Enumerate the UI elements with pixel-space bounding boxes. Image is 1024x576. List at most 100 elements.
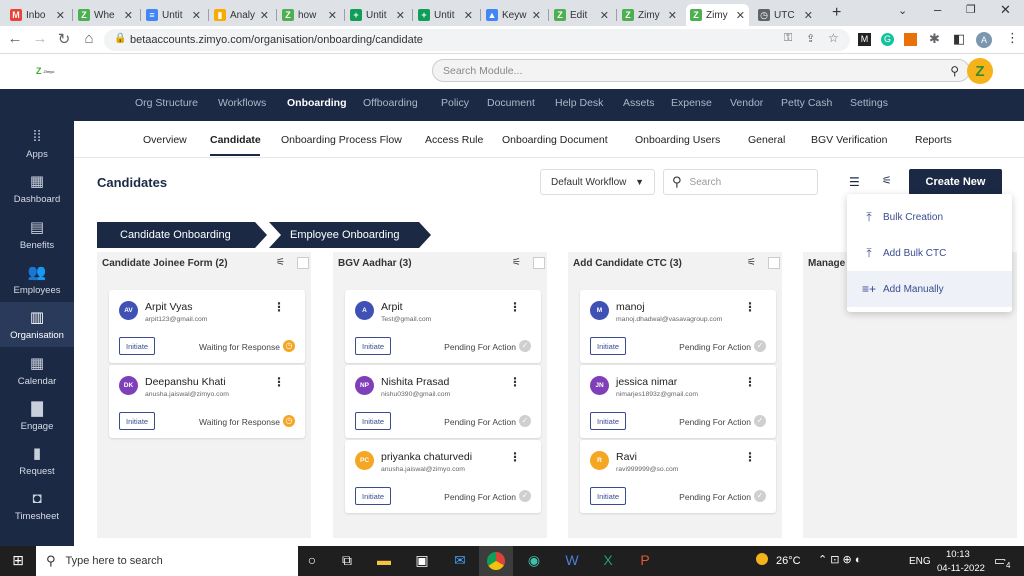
reload-icon[interactable]: ↻ <box>54 30 74 48</box>
window-restore-button[interactable]: ❐ <box>966 3 976 16</box>
more-options-icon[interactable]: ⋮ <box>273 375 285 389</box>
user-avatar[interactable]: Z <box>967 58 993 84</box>
browser-tab[interactable]: Z Whe ✕ <box>74 4 137 26</box>
language-indicator[interactable]: ENG <box>909 556 931 567</box>
subnav-item[interactable]: Onboarding Document <box>502 134 608 146</box>
store-icon[interactable]: ▣ <box>410 552 434 569</box>
windows-start-icon[interactable]: ⊞ <box>6 552 30 569</box>
url-text[interactable]: betaaccounts.zimyo.com/organisation/onbo… <box>130 34 423 46</box>
excel-icon[interactable]: X <box>596 552 620 568</box>
browser-tab[interactable]: ▲ Keyw ✕ <box>482 4 545 26</box>
more-options-icon[interactable]: ⋮ <box>744 300 756 314</box>
browser-tab[interactable]: ▮ Analy ✕ <box>210 4 273 26</box>
browser-tab[interactable]: Z Edit ✕ <box>550 4 613 26</box>
home-icon[interactable]: ⌂ <box>79 30 99 47</box>
file-explorer-icon[interactable]: ▬ <box>372 552 396 568</box>
new-tab-button[interactable]: + <box>832 4 841 22</box>
stage-tab-candidate-label[interactable]: Candidate Onboarding <box>120 229 231 241</box>
key-icon[interactable]: ⚿ <box>784 32 792 45</box>
close-tab-icon[interactable]: ✕ <box>260 9 269 22</box>
sidebar-item[interactable]: ▇ Engage <box>0 393 74 438</box>
candidate-card[interactable]: Mmanoj manoj.dhadwal@vasavagroup.com ⋮ Init… <box>580 290 776 363</box>
extension-m-icon[interactable]: M <box>858 33 871 46</box>
initiate-button[interactable]: Initiate <box>355 412 392 430</box>
chrome-taskbar-icon[interactable] <box>479 546 513 576</box>
main-nav-item[interactable]: Petty Cash <box>781 97 832 109</box>
browser-tab[interactable]: Zhow ✕ <box>278 4 341 26</box>
create-new-button[interactable]: Create New <box>909 169 1002 195</box>
close-tab-icon[interactable]: ✕ <box>736 9 745 22</box>
column-filter-icon[interactable]: ⚟ <box>276 257 285 268</box>
main-nav-item[interactable]: Document <box>487 97 535 109</box>
filter-icon[interactable]: ⚟ <box>882 174 892 187</box>
more-options-icon[interactable]: ⋮ <box>744 375 756 389</box>
clock-time[interactable]: 10:13 <box>946 549 970 560</box>
sidebar-item[interactable]: ▥ Organisation <box>0 302 74 348</box>
close-tab-icon[interactable]: ✕ <box>192 9 201 22</box>
sidebar-item[interactable]: ▮ Request <box>0 438 74 483</box>
share-icon[interactable]: ⇪ <box>806 32 815 45</box>
close-tab-icon[interactable]: ✕ <box>804 9 813 22</box>
more-options-icon[interactable]: ⋮ <box>509 300 521 314</box>
extensions-puzzle-icon[interactable]: ✱ <box>929 31 940 47</box>
column-filter-icon[interactable]: ⚟ <box>512 257 521 268</box>
module-search-input[interactable]: Search Module... ⚲ <box>432 59 970 82</box>
candidate-card[interactable]: A Arpit Test@gmail.com ⋮ Initiate Pending For… <box>345 290 541 363</box>
zimyo-logo[interactable]: Z Zimyo <box>36 66 54 76</box>
initiate-button[interactable]: Initiate <box>590 412 627 430</box>
column-select-checkbox[interactable] <box>297 257 309 269</box>
more-options-icon[interactable]: ⋮ <box>509 375 521 389</box>
close-tab-icon[interactable]: ✕ <box>396 9 405 22</box>
edge-icon[interactable]: ◉ <box>522 552 546 569</box>
side-panel-icon[interactable]: ◧ <box>953 31 965 47</box>
bookmark-star-icon[interactable]: ☆ <box>828 31 839 45</box>
menu-item[interactable]: ⤒ Bulk Creation <box>847 199 1012 235</box>
browser-tab[interactable]: Z Zimy ✕ <box>618 4 681 26</box>
column-select-checkbox[interactable] <box>768 257 780 269</box>
cortana-icon[interactable]: ○ <box>300 552 324 568</box>
subnav-item[interactable]: Overview <box>143 134 187 146</box>
main-nav-item[interactable]: Vendor <box>730 97 763 109</box>
main-nav-item[interactable]: Help Desk <box>555 97 603 109</box>
close-tab-icon[interactable]: ✕ <box>600 9 609 22</box>
initiate-button[interactable]: Initiate <box>590 487 627 505</box>
sidebar-item[interactable]: ▦ Calendar <box>0 348 74 393</box>
subnav-item[interactable]: Reports <box>915 134 952 146</box>
candidate-card[interactable]: JN jessica nimar nimarjes1893z@gmail.com ⋮ I… <box>580 365 776 438</box>
profile-avatar[interactable]: A <box>976 32 992 48</box>
list-view-icon[interactable]: ☰ <box>849 175 860 189</box>
column-select-checkbox[interactable] <box>533 257 545 269</box>
forward-icon[interactable]: → <box>30 30 50 47</box>
more-options-icon[interactable]: ⋮ <box>273 300 285 314</box>
candidate-card[interactable]: AV Arpit Vyas arpit123@gmail.com ⋮ Initiate W… <box>109 290 305 363</box>
subnav-item[interactable]: Onboarding Users <box>635 134 720 146</box>
column-filter-icon[interactable]: ⚟ <box>747 257 756 268</box>
omnibox[interactable]: 🔒 betaaccounts.zimyo.com/organisation/on… <box>104 29 850 51</box>
taskbar-search-box[interactable]: ⚲ Type here to search <box>36 546 298 576</box>
close-tab-icon[interactable]: ✕ <box>532 9 541 22</box>
workflow-select[interactable]: Default Workflow ▼ <box>540 169 655 195</box>
initiate-button[interactable]: Initiate <box>119 412 156 430</box>
more-options-icon[interactable]: ⋮ <box>509 450 521 464</box>
main-nav-item[interactable]: Policy <box>441 97 469 109</box>
candidate-card[interactable]: R Ravi ravi999999@so.com ⋮ Initiate Pending F… <box>580 440 776 513</box>
task-view-icon[interactable]: ⧉ <box>335 552 359 569</box>
sidebar-item[interactable]: 👥 Employees <box>0 257 74 302</box>
browser-tab[interactable]: Z Zimy ✕ <box>686 4 749 26</box>
candidate-search-input[interactable]: ⚲ Search <box>663 169 818 195</box>
system-tray-icons[interactable]: ⌃ ⊡ ⊕ ◐ <box>818 553 861 566</box>
main-nav-item[interactable]: Onboarding <box>287 97 347 109</box>
subnav-item[interactable]: Candidate <box>210 134 261 146</box>
close-tab-icon[interactable]: ✕ <box>124 9 133 22</box>
more-options-icon[interactable]: ⋮ <box>744 450 756 464</box>
candidate-card[interactable]: DK Deepanshu Khati anusha.jaiswal@zimyo.co… <box>109 365 305 438</box>
browser-tab[interactable]: ◷ UTC ✕ <box>754 4 817 26</box>
main-nav-item[interactable]: Org Structure <box>135 97 198 109</box>
initiate-button[interactable]: Initiate <box>119 337 156 355</box>
search-icon[interactable]: ⚲ <box>950 64 959 78</box>
sidebar-item[interactable]: ◘ Timesheet <box>0 483 74 528</box>
window-close-button[interactable]: ✕ <box>1000 2 1011 18</box>
grammarly-icon[interactable]: G <box>881 33 894 46</box>
close-tab-icon[interactable]: ✕ <box>464 9 473 22</box>
close-tab-icon[interactable]: ✕ <box>328 9 337 22</box>
